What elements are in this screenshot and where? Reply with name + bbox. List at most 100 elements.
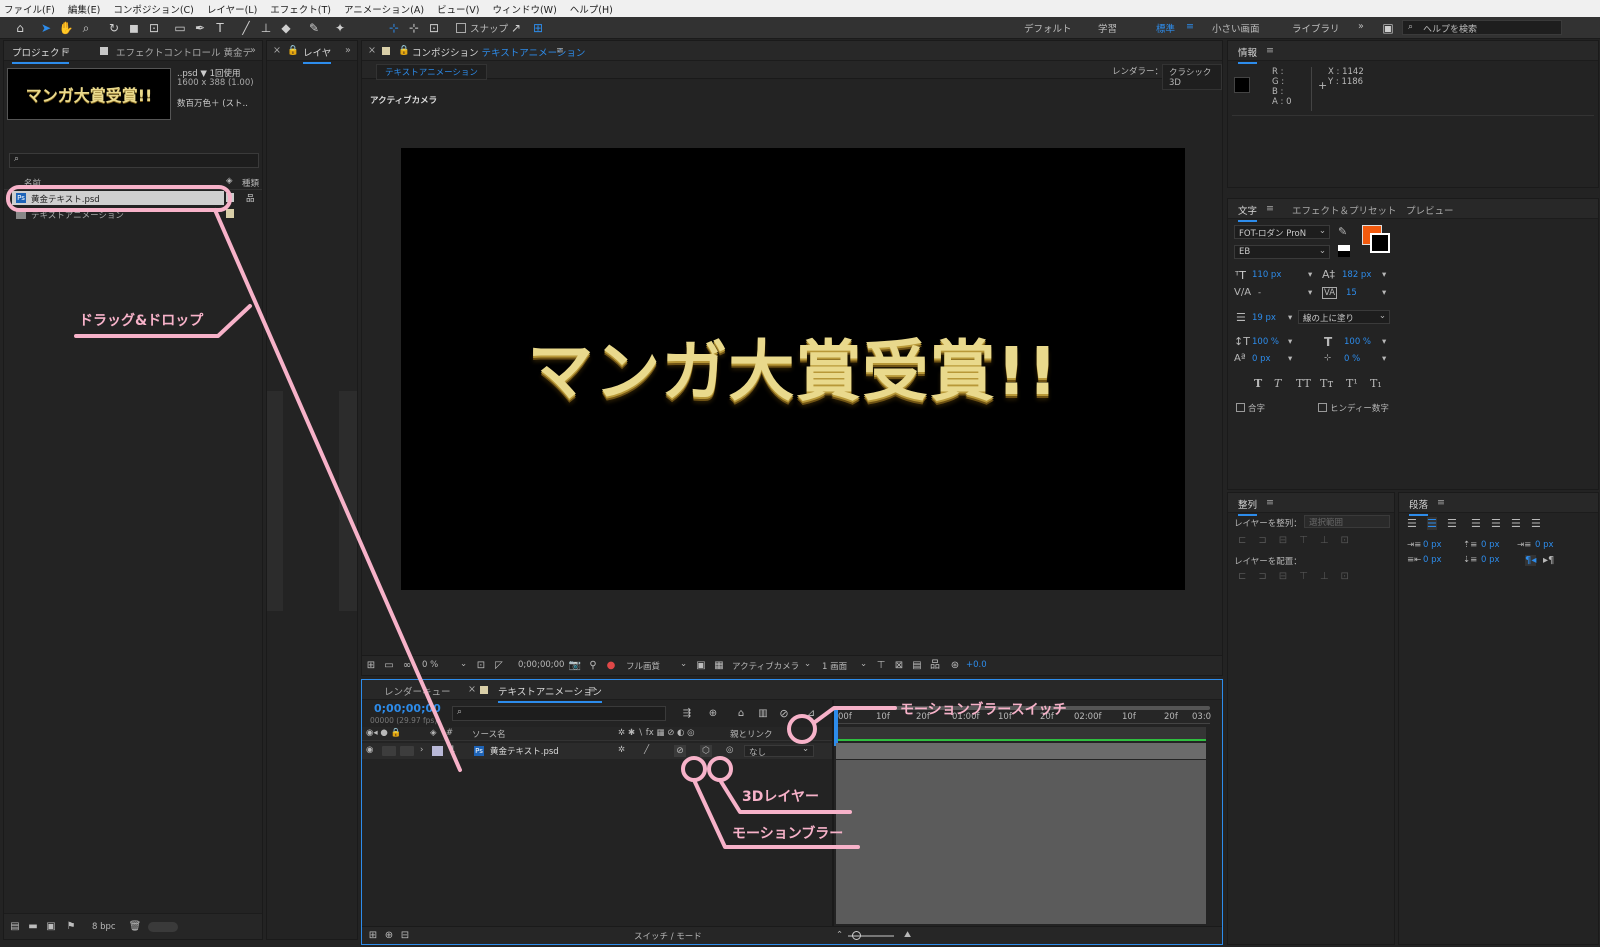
zoom-in-icon[interactable]: ⛰	[904, 930, 911, 940]
workspace-learn[interactable]: 学習	[1098, 21, 1117, 35]
justify-right-icon[interactable]: ☰	[1511, 517, 1521, 530]
switch-mode-toggle[interactable]: スイッチ / モード	[634, 930, 702, 942]
graph-editor-icon[interactable]: ⊿	[804, 707, 818, 721]
snap-options-icon[interactable]: ↗	[508, 20, 524, 36]
close-icon[interactable]: ×	[468, 684, 476, 695]
audio-switch[interactable]	[382, 746, 396, 756]
vr-icon[interactable]: ∞	[400, 659, 414, 673]
type-tool-icon[interactable]: T	[212, 20, 228, 36]
clone-stamp-icon[interactable]: ⊥	[258, 20, 274, 36]
ltr-direction-icon[interactable]: ¶◂	[1525, 555, 1537, 566]
panel-menu-icon[interactable]: ≡	[62, 45, 70, 56]
align-buttons-row[interactable]: ⊏⊐⊟⊤⊥⊡	[1238, 535, 1388, 547]
bit-depth-label[interactable]: 8 bpc	[92, 922, 116, 932]
brush-tool-icon[interactable]: ╱	[238, 20, 254, 36]
horizontal-scale-value[interactable]: 100 %	[1344, 337, 1371, 347]
flowchart-icon[interactable]: 品	[928, 659, 942, 673]
comp-viewer[interactable]: マンガ大賞受賞!!	[401, 148, 1185, 590]
project-search-input[interactable]: ⌕	[9, 153, 259, 168]
stroke-width-value[interactable]: 19 px	[1252, 313, 1276, 323]
lock-icon[interactable]: 🔒	[287, 45, 299, 56]
snap-grid-icon[interactable]: ⊞	[530, 20, 546, 36]
indent-left-value[interactable]: 0 px	[1423, 540, 1442, 550]
kerning-value[interactable]: -	[1258, 288, 1261, 298]
col-parent-link[interactable]: 親とリンク	[730, 728, 773, 740]
all-caps-icon[interactable]: TT	[1296, 377, 1311, 390]
faux-bold-icon[interactable]: T	[1254, 377, 1262, 390]
black-white-swatch[interactable]	[1338, 245, 1350, 257]
thumbnail-toggle[interactable]	[148, 922, 178, 932]
panel-menu-icon[interactable]: ≡	[1266, 203, 1274, 214]
menu-edit[interactable]: 編集(E)	[68, 2, 100, 16]
selection-tool-icon[interactable]: ➤	[38, 20, 54, 36]
solo-switch[interactable]	[400, 746, 414, 756]
col-name-header[interactable]: 名前	[24, 177, 41, 189]
eye-icon[interactable]: ◉	[366, 745, 373, 755]
workspace-libraries[interactable]: ライブラリ	[1292, 21, 1340, 35]
region-icon[interactable]: ▣	[694, 659, 708, 673]
title-text-layer[interactable]: マンガ大賞受賞!!	[401, 318, 1185, 414]
fast-preview-icon[interactable]: ⊠	[892, 659, 906, 673]
new-folder-icon[interactable]: ▬	[26, 920, 40, 934]
playhead[interactable]	[834, 706, 838, 746]
world-axis-icon[interactable]: ⊹	[406, 20, 422, 36]
3d-layer-switch-icon[interactable]: ⬡	[700, 745, 712, 757]
roto-brush-icon[interactable]: ✎	[306, 20, 322, 36]
panel-menu-icon[interactable]: ≡	[556, 45, 564, 56]
tab-preview[interactable]: プレビュー	[1406, 203, 1454, 217]
vertical-scale-value[interactable]: 100 %	[1252, 337, 1279, 347]
panel-overflow-icon[interactable]: »	[345, 45, 351, 56]
renderer-select[interactable]: クラシック 3D	[1162, 64, 1222, 90]
snap-checkbox[interactable]	[456, 23, 466, 33]
panel-menu-icon[interactable]: ≡	[588, 684, 596, 695]
rotate-tool-icon[interactable]: ↻	[106, 20, 122, 36]
timeline-icon[interactable]: ▤	[910, 659, 924, 673]
tab-align[interactable]: 整列	[1238, 497, 1258, 516]
justify-all-icon[interactable]: ☰	[1531, 517, 1541, 530]
menu-view[interactable]: ビュー(V)	[437, 2, 479, 16]
tab-layer[interactable]: レイヤ	[303, 45, 332, 64]
tab-timeline-comp[interactable]: テキストアニメーション	[498, 684, 602, 703]
close-icon[interactable]: ×	[368, 45, 376, 56]
menu-effect[interactable]: エフェクト(T)	[270, 2, 331, 16]
justify-left-icon[interactable]: ☰	[1471, 517, 1481, 530]
stroke-color-swatch[interactable]	[1370, 233, 1390, 253]
eraser-tool-icon[interactable]: ◆	[278, 20, 294, 36]
menu-layer[interactable]: レイヤー(L)	[207, 2, 257, 16]
font-size-value[interactable]: 110 px	[1252, 270, 1281, 280]
zoom-tool-icon[interactable]: ⌕	[78, 20, 94, 36]
distribute-buttons-row[interactable]: ⊏⊐⊟⊤⊥⊡	[1238, 571, 1388, 583]
show-snapshot-icon[interactable]: ⚲	[586, 659, 600, 673]
always-preview-icon[interactable]: ⊞	[364, 659, 378, 673]
pick-whip-icon[interactable]: ◎	[726, 745, 733, 755]
close-icon[interactable]: ×	[273, 45, 281, 56]
flowchart-icon[interactable]: ⚑	[64, 920, 78, 934]
zoom-select[interactable]: 0 %	[422, 660, 438, 670]
local-axis-icon[interactable]: ⊹	[386, 20, 402, 36]
align-target-select[interactable]: 選択範囲	[1304, 515, 1390, 528]
fit-icon[interactable]: ⊡	[474, 659, 488, 673]
shy-switch-icon[interactable]: ✲	[618, 745, 625, 755]
layer-row[interactable]: ◉ › 1 Ps 黄金テキスト.psd ✲ ╱ ⊘ ⬡ ◎ なし ⌄	[362, 743, 832, 759]
subscript-icon[interactable]: T₁	[1370, 377, 1382, 390]
justify-center-icon[interactable]: ☰	[1491, 517, 1501, 530]
panel-menu-icon[interactable]: ≡	[1266, 497, 1274, 508]
modes-toggle-icon[interactable]: ⊕	[382, 929, 396, 943]
tab-render-queue[interactable]: レンダーキュー	[384, 684, 451, 698]
camera-tool-icon[interactable]: ◼	[126, 20, 142, 36]
layer-label-color[interactable]	[432, 746, 443, 756]
motion-blur-master-switch-icon[interactable]: ⊘	[777, 707, 791, 721]
panel-menu-icon[interactable]: ≡	[1266, 45, 1274, 56]
space-after-value[interactable]: 0 px	[1481, 555, 1500, 565]
view-axis-icon[interactable]: ⊡	[426, 20, 442, 36]
lock-icon[interactable]: 🔒	[398, 45, 410, 56]
small-caps-icon[interactable]: Tт	[1320, 377, 1333, 390]
panel-overflow-icon[interactable]: »	[250, 45, 256, 56]
tab-paragraph[interactable]: 段落	[1409, 497, 1429, 516]
font-style-select[interactable]: EB ⌄	[1234, 245, 1330, 259]
menu-file[interactable]: ファイル(F)	[4, 2, 55, 16]
timeline-track-area[interactable]	[836, 760, 1206, 924]
quality-switch-icon[interactable]: ╱	[644, 745, 649, 755]
layer-switches-toggle-icon[interactable]: ⊞	[366, 929, 380, 943]
workspace-default[interactable]: デフォルト	[1024, 21, 1072, 35]
